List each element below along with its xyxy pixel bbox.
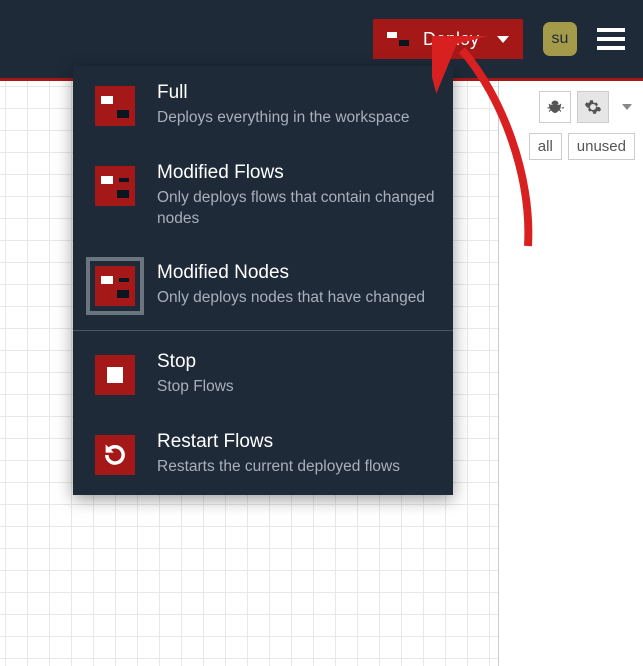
deploy-option-modified-nodes[interactable]: Modified Nodes Only deploys nodes that h… <box>73 246 453 326</box>
menu-desc: Deploys everything in the workspace <box>157 108 435 129</box>
debug-icon[interactable] <box>539 91 571 123</box>
panel-toolbar <box>507 91 635 123</box>
menu-desc: Only deploys nodes that have changed <box>157 288 435 309</box>
menu-title: Stop <box>157 351 435 373</box>
menu-title: Full <box>157 82 435 104</box>
menu-separator <box>73 330 453 331</box>
chevron-down-icon[interactable] <box>497 36 509 43</box>
stop-icon <box>95 355 135 395</box>
panel-chevron-down-icon[interactable] <box>615 91 635 123</box>
modified-flows-icon <box>95 166 135 206</box>
right-panel: all unused <box>498 81 643 666</box>
avatar[interactable]: su <box>543 22 577 56</box>
deploy-icon <box>387 32 409 46</box>
avatar-text: su <box>552 30 569 48</box>
full-deploy-icon <box>95 86 135 126</box>
modified-nodes-icon <box>95 266 135 306</box>
deploy-action-stop[interactable]: Stop Stop Flows <box>73 335 453 415</box>
filter-row: all unused <box>507 133 635 160</box>
filter-unused[interactable]: unused <box>568 133 635 160</box>
menu-desc: Stop Flows <box>157 377 435 398</box>
menu-title: Restart Flows <box>157 431 435 453</box>
gear-icon[interactable] <box>577 91 609 123</box>
menu-desc: Only deploys flows that contain changed … <box>157 188 435 230</box>
restart-icon <box>95 435 135 475</box>
menu-icon[interactable] <box>597 28 625 50</box>
deploy-label: Deploy <box>423 29 479 50</box>
menu-desc: Restarts the current deployed flows <box>157 457 435 478</box>
deploy-dropdown: Full Deploys everything in the workspace… <box>73 66 453 495</box>
menu-title: Modified Flows <box>157 162 435 184</box>
deploy-button[interactable]: Deploy <box>373 19 523 59</box>
deploy-action-restart[interactable]: Restart Flows Restarts the current deplo… <box>73 415 453 495</box>
filter-all[interactable]: all <box>529 133 562 160</box>
deploy-option-modified-flows[interactable]: Modified Flows Only deploys flows that c… <box>73 146 453 246</box>
menu-title: Modified Nodes <box>157 262 435 284</box>
deploy-option-full[interactable]: Full Deploys everything in the workspace <box>73 66 453 146</box>
